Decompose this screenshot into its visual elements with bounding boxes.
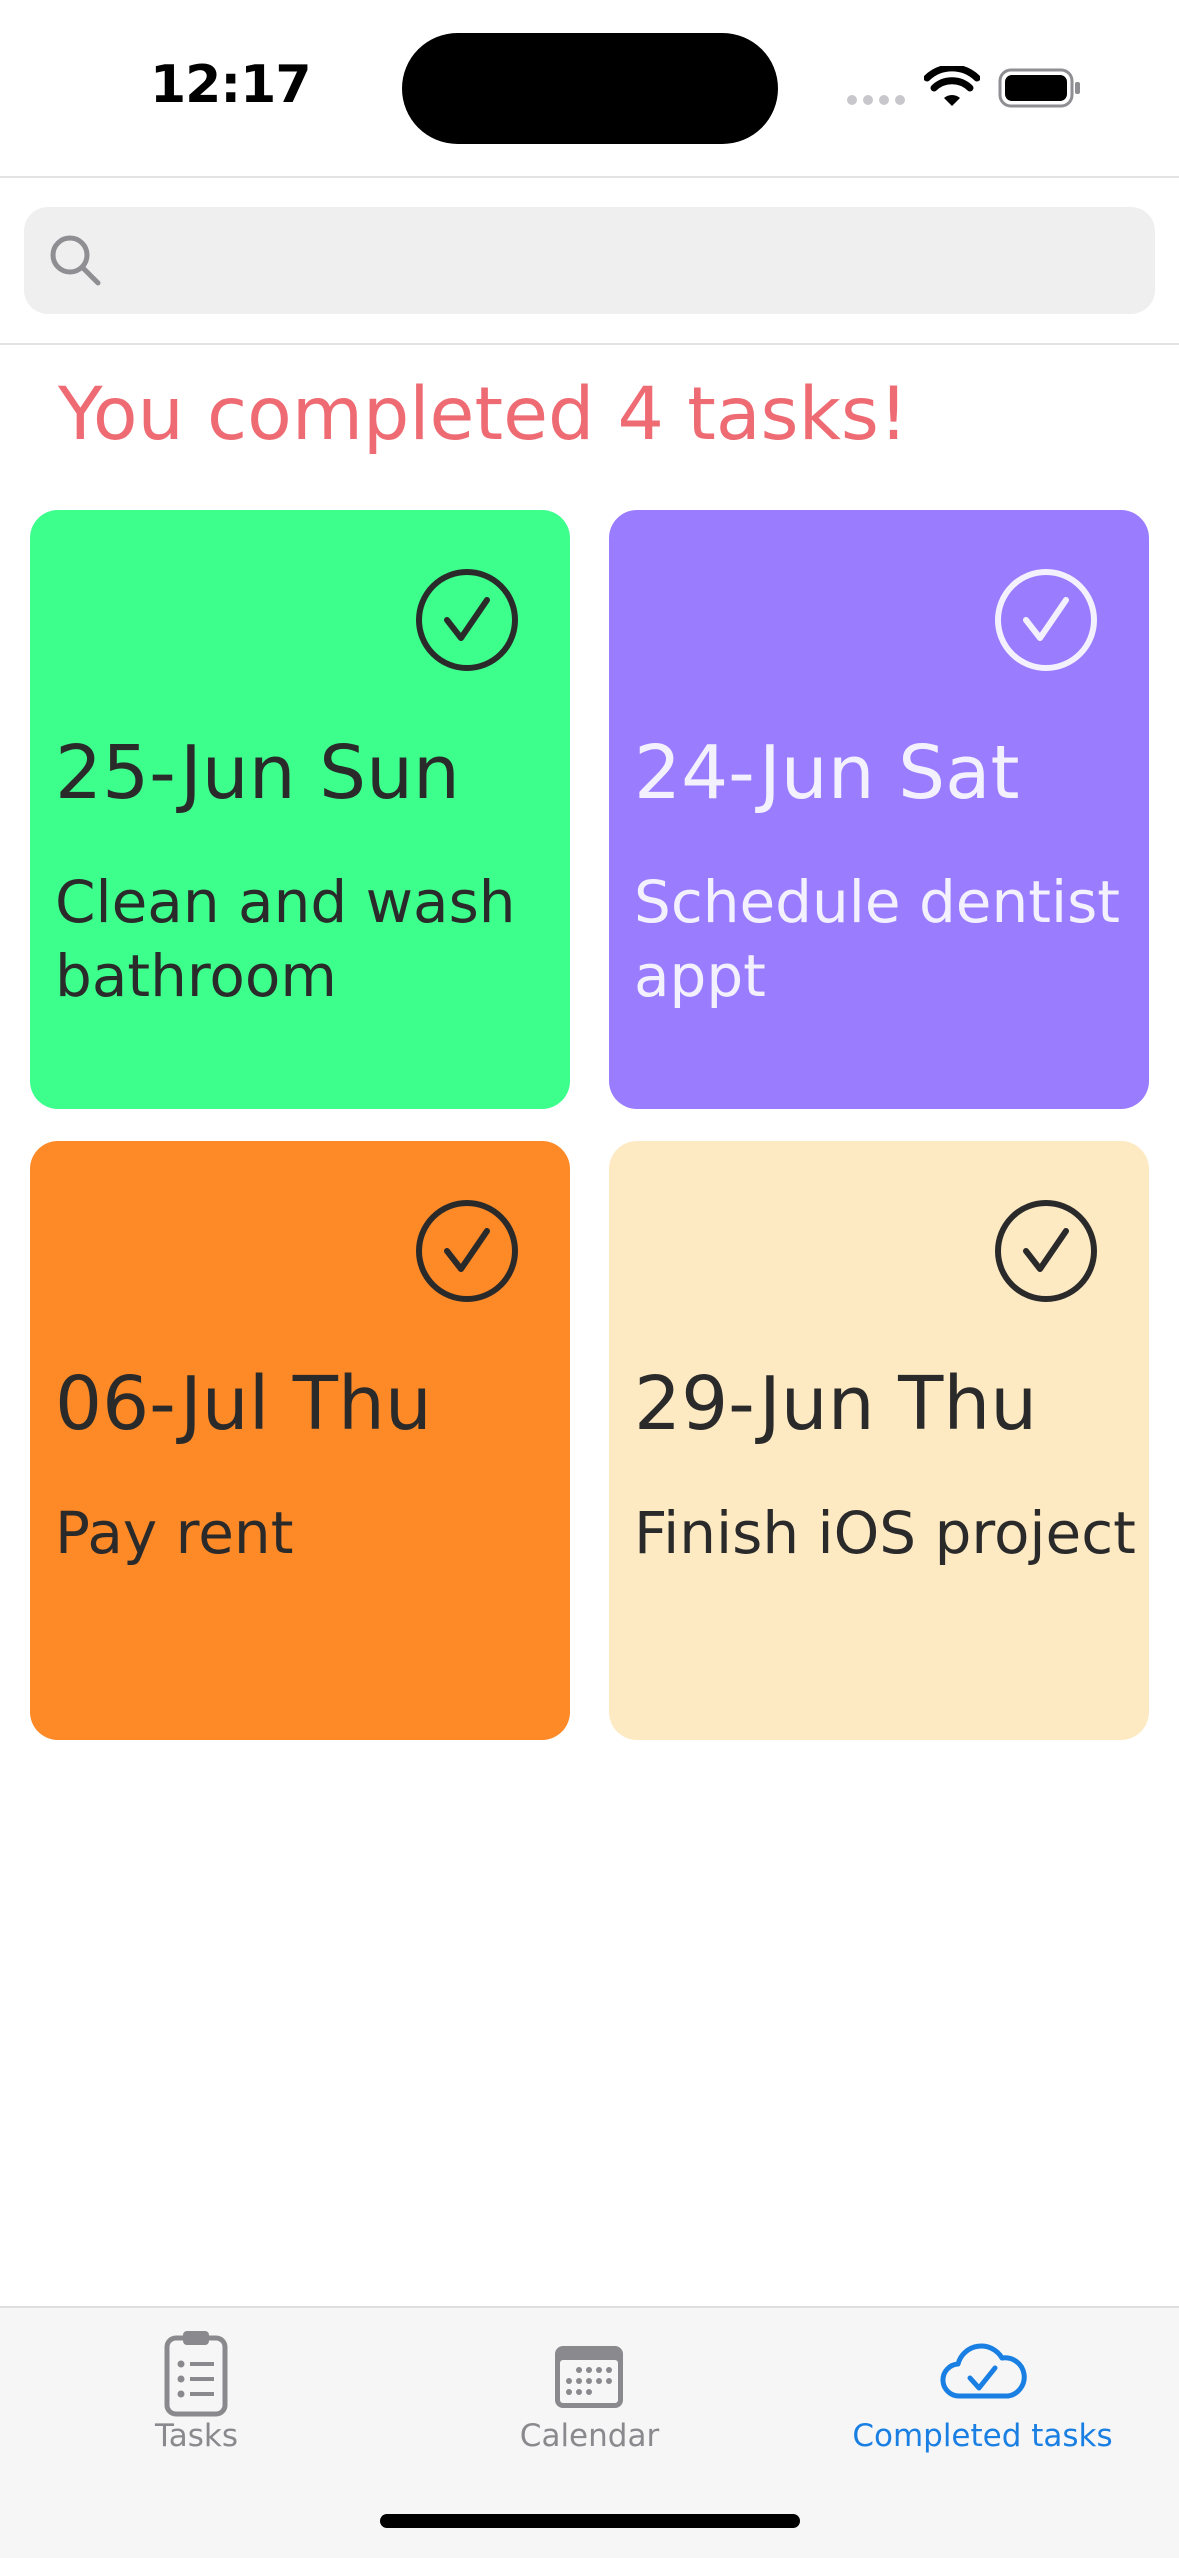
task-card[interactable]: 29-Jun Thu Finish iOS project bbox=[609, 1141, 1149, 1740]
search-input[interactable] bbox=[119, 207, 1133, 316]
tab-tasks[interactable]: Tasks bbox=[0, 2308, 393, 2488]
checkmark-circle-icon[interactable] bbox=[992, 1197, 1100, 1305]
task-card[interactable]: 24-Jun Sat Schedule dentist appt bbox=[609, 510, 1149, 1109]
task-date: 06-Jul Thu bbox=[55, 1361, 432, 1447]
task-card[interactable]: 25-Jun Sun Clean and wash bathroom bbox=[30, 510, 570, 1109]
search-divider bbox=[0, 343, 1179, 345]
home-indicator[interactable] bbox=[380, 2514, 800, 2528]
checkmark-circle-icon[interactable] bbox=[413, 566, 521, 674]
task-description: Clean and wash bathroom bbox=[55, 868, 516, 1010]
completed-count-heading: You completed 4 tasks! bbox=[58, 372, 909, 457]
status-time: 12:17 bbox=[150, 55, 312, 115]
battery-icon bbox=[998, 68, 1080, 108]
task-description: Schedule dentist appt bbox=[634, 868, 1121, 1010]
cellular-signal-icon bbox=[847, 95, 905, 105]
task-date: 24-Jun Sat bbox=[634, 730, 1020, 816]
checkmark-circle-icon[interactable] bbox=[413, 1197, 521, 1305]
tab-label: Tasks bbox=[154, 2418, 239, 2454]
task-description: Pay rent bbox=[55, 1499, 294, 1567]
task-description: Finish iOS project bbox=[634, 1499, 1136, 1567]
calendar-icon bbox=[555, 2346, 623, 2408]
cloud-check-icon bbox=[940, 2343, 1027, 2399]
task-date: 29-Jun Thu bbox=[634, 1361, 1038, 1447]
checkmark-circle-icon[interactable] bbox=[992, 566, 1100, 674]
tab-label: Calendar bbox=[519, 2418, 660, 2454]
header-divider bbox=[0, 176, 1179, 178]
dynamic-island bbox=[402, 33, 778, 144]
status-bar: 12:17 bbox=[0, 0, 1179, 176]
tab-completed-tasks[interactable]: Completed tasks bbox=[786, 2308, 1179, 2488]
clipboard-icon bbox=[164, 2331, 228, 2417]
tab-label: Completed tasks bbox=[852, 2418, 1113, 2454]
tab-calendar[interactable]: Calendar bbox=[393, 2308, 786, 2488]
search-icon bbox=[50, 235, 101, 286]
wifi-icon bbox=[924, 66, 980, 106]
task-card[interactable]: 06-Jul Thu Pay rent bbox=[30, 1141, 570, 1740]
search-bar[interactable] bbox=[24, 207, 1155, 316]
task-date: 25-Jun Sun bbox=[55, 730, 460, 816]
